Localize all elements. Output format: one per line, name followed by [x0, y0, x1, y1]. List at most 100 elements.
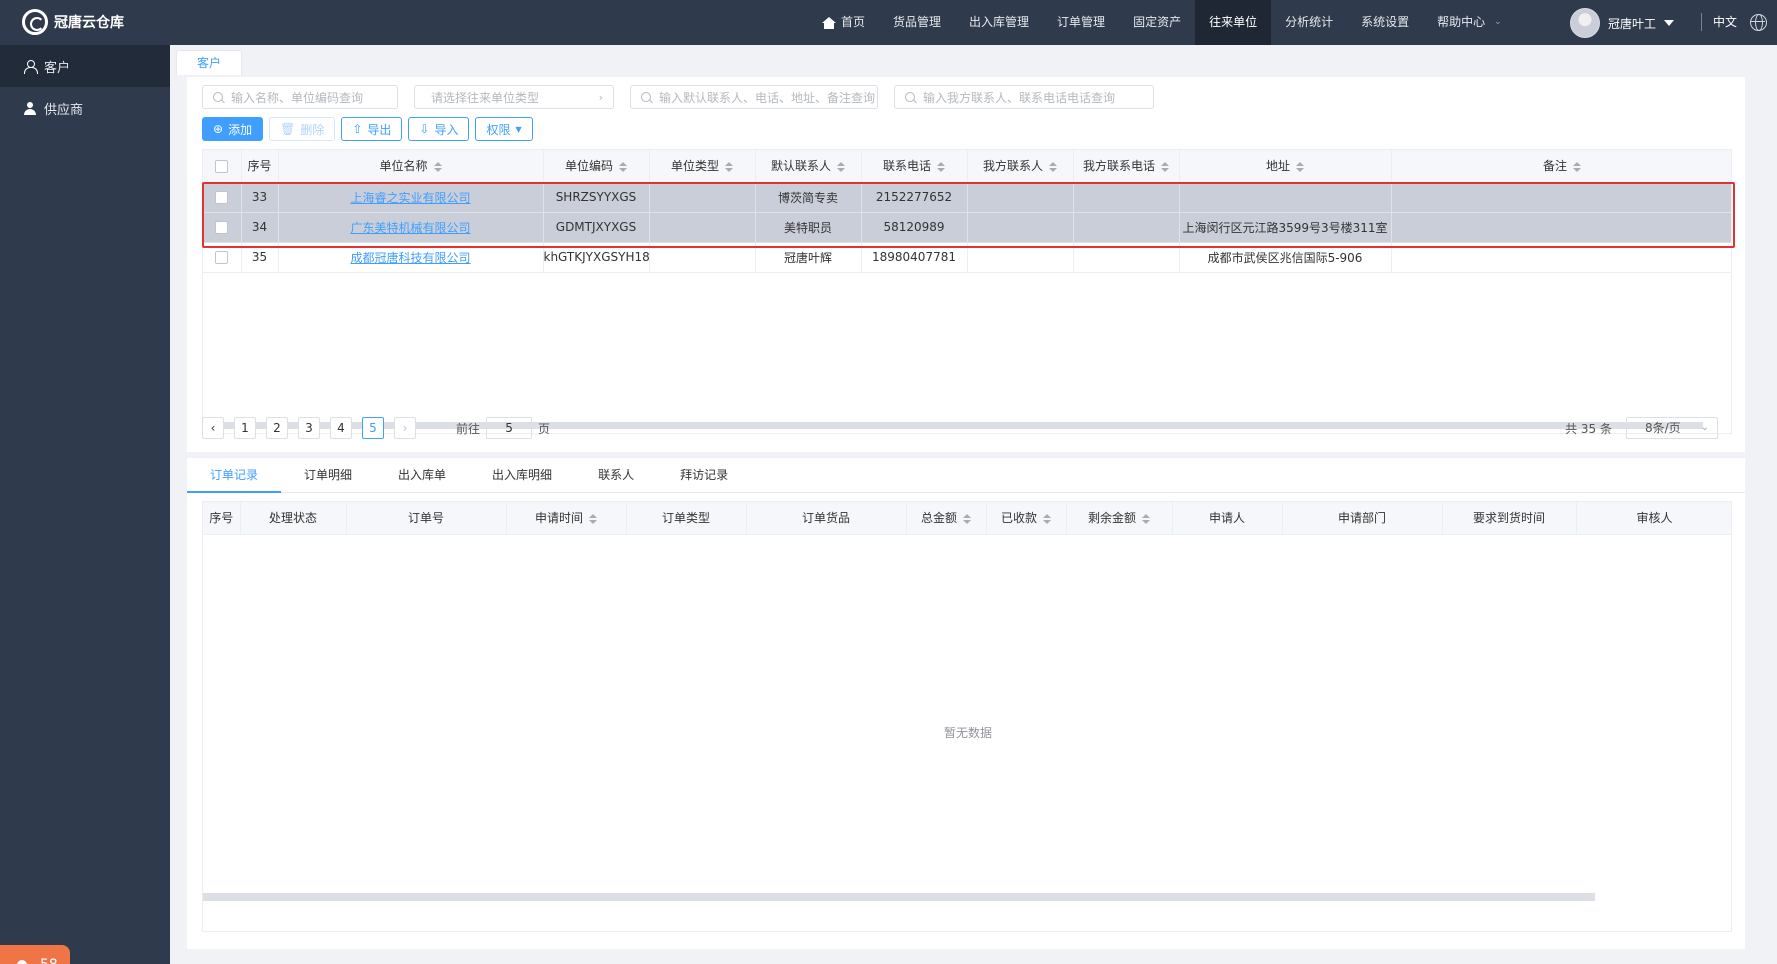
nav-help[interactable]: 帮助中心 ⌄ — [1423, 0, 1516, 45]
horizontal-scrollbar[interactable] — [203, 893, 1595, 901]
goto-page-input[interactable]: 5 — [486, 417, 533, 439]
add-button[interactable]: ⊕ 添加 — [202, 117, 264, 141]
customer-name-link[interactable]: 成都冠唐科技有限公司 — [350, 251, 470, 265]
type-select[interactable]: 请选择往来单位类型 › — [414, 85, 614, 109]
page-tabs: 客户 — [176, 50, 243, 75]
main-nav: 首页 货品管理 出入库管理 订单管理 固定资产 往来单位 分析统计 系统设置 帮… — [808, 0, 1516, 45]
sort-icon[interactable] — [725, 161, 733, 172]
name-search-input[interactable]: 输入名称、单位编码查询 — [202, 85, 398, 109]
col-our-contact[interactable]: 我方联系人 — [967, 150, 1074, 183]
user-menu[interactable]: 冠唐叶工 — [1570, 8, 1675, 38]
nav-partners[interactable]: 往来单位 — [1195, 0, 1272, 45]
delete-button[interactable]: 🗑 删除 — [269, 117, 336, 141]
globe-icon[interactable] — [1750, 14, 1767, 31]
user-solid-icon — [24, 101, 36, 115]
page-button[interactable]: 2 — [266, 417, 288, 439]
col-type[interactable]: 单位类型 — [649, 150, 756, 183]
sort-icon[interactable] — [1573, 161, 1581, 172]
prev-page-button[interactable]: ‹ — [202, 417, 224, 439]
top-bar: 冠唐云仓库 首页 货品管理 出入库管理 订单管理 固定资产 往来单位 分析统计 … — [0, 0, 1777, 45]
col-address[interactable]: 地址 — [1179, 150, 1392, 183]
download-icon: ⇩ — [419, 122, 430, 136]
select-all-cell[interactable] — [203, 150, 242, 183]
sort-icon[interactable] — [1296, 161, 1304, 172]
sort-icon[interactable] — [837, 161, 845, 172]
customer-panel: 输入名称、单位编码查询 请选择往来单位类型 › 输入默认联系人、电话、地址、备注… — [187, 77, 1745, 452]
col-name[interactable]: 单位名称 — [278, 150, 544, 183]
customer-name-link[interactable]: 上海睿之实业有限公司 — [350, 191, 470, 205]
tab-stock-orders[interactable]: 出入库单 — [375, 458, 469, 493]
col-our-phone[interactable]: 我方联系电话 — [1073, 150, 1180, 183]
empty-state: 暂无数据 — [943, 726, 992, 740]
toolbar: ⊕ 添加 🗑 删除 ⇧ 导出 ⇩ 导入 权限 ▼ — [202, 117, 533, 141]
row-checkbox[interactable] — [215, 251, 229, 264]
divider — [1701, 13, 1702, 31]
app-title: 冠唐云仓库 — [54, 15, 124, 31]
sidebar-item-customers[interactable]: 客户 — [0, 45, 170, 87]
search-icon — [641, 92, 651, 102]
customer-name-link[interactable]: 广东美特机械有限公司 — [350, 221, 470, 235]
table-header: 序号 单位名称 单位编码 单位类型 默认联系人 联系电话 我方联系人 我方联系电… — [203, 150, 1731, 183]
table-row[interactable]: 33 上海睿之实业有限公司 SHRZSYYXGS 博茨简专卖 215227765… — [203, 182, 1731, 213]
page-button[interactable]: 4 — [330, 417, 352, 439]
select-all-checkbox[interactable] — [215, 159, 229, 173]
nav-analytics[interactable]: 分析统计 — [1271, 0, 1347, 45]
avatar — [1570, 8, 1600, 38]
total-count: 共 35 条 — [1565, 422, 1612, 436]
alarm-count: 58 — [40, 957, 58, 964]
order-records-table: 序号 处理状态 订单号 申请时间 订单类型 订单货品 总金额 已收款 剩余金额 … — [202, 501, 1732, 932]
tab-stock-details[interactable]: 出入库明细 — [469, 458, 575, 493]
tab-customers[interactable]: 客户 — [176, 50, 243, 75]
search-icon — [213, 92, 223, 102]
sort-icon[interactable] — [433, 161, 442, 172]
tab-visit-records[interactable]: 拜访记录 — [657, 458, 751, 493]
sort-icon[interactable] — [619, 161, 627, 172]
tab-order-details[interactable]: 订单明细 — [281, 458, 375, 493]
export-button[interactable]: ⇧ 导出 — [341, 117, 403, 141]
pagination: ‹ 1 2 3 4 5 › 前往 5 页 共 35 条 8条/页 ⌄ — [202, 414, 1732, 442]
caret-down-icon: ▼ — [515, 124, 522, 134]
chevron-down-icon: ⌄ — [1700, 422, 1709, 433]
sidebar: 客户 供应商 58 — [0, 45, 170, 964]
import-button[interactable]: ⇩ 导入 — [408, 117, 470, 141]
app-logo[interactable]: 冠唐云仓库 — [22, 9, 124, 35]
goto-page: 前往 5 页 — [456, 417, 550, 439]
nav-assets[interactable]: 固定资产 — [1119, 0, 1195, 45]
tab-order-records[interactable]: 订单记录 — [187, 458, 282, 493]
language-switch[interactable]: 中文 — [1713, 0, 1737, 45]
sort-icon[interactable] — [937, 161, 945, 172]
row-checkbox[interactable] — [215, 221, 229, 234]
nav-goods[interactable]: 货品管理 — [879, 0, 955, 45]
row-checkbox[interactable] — [215, 191, 229, 204]
nav-orders[interactable]: 订单管理 — [1043, 0, 1119, 45]
col-phone[interactable]: 联系电话 — [861, 150, 968, 183]
next-page-button[interactable]: › — [394, 417, 416, 439]
col-code[interactable]: 单位编码 — [543, 150, 650, 183]
detail-tabs: 订单记录 订单明细 出入库单 出入库明细 联系人 拜访记录 — [187, 458, 1745, 493]
permission-dropdown[interactable]: 权限 ▼ — [475, 117, 533, 141]
col-remark[interactable]: 备注 — [1391, 150, 1731, 183]
nav-home[interactable]: 首页 — [808, 0, 879, 45]
nav-stock-io[interactable]: 出入库管理 — [955, 0, 1043, 45]
logo-icon — [22, 9, 48, 35]
nav-settings[interactable]: 系统设置 — [1347, 0, 1423, 45]
chevron-down-icon: ⌄ — [1494, 17, 1502, 27]
sort-icon[interactable] — [1049, 161, 1057, 172]
page-button[interactable]: 1 — [234, 417, 256, 439]
table-row[interactable]: 34 广东美特机械有限公司 GDMTJXYXGS 美特职员 58120989 上… — [203, 212, 1731, 243]
contact-search-input[interactable]: 输入默认联系人、电话、地址、备注查询 — [630, 85, 878, 109]
table-row[interactable]: 35 成都冠唐科技有限公司 khGTKJYXGSYH1898 冠唐叶辉 1898… — [203, 242, 1731, 273]
page-button-current[interactable]: 5 — [362, 417, 384, 439]
tab-contacts[interactable]: 联系人 — [575, 458, 657, 493]
plus-circle-icon: ⊕ — [213, 122, 224, 136]
sort-icon[interactable] — [1161, 161, 1169, 172]
caret-down-icon — [1664, 20, 1675, 26]
home-icon — [822, 16, 836, 29]
our-contact-search-input[interactable]: 输入我方联系人、联系电话电话查询 — [894, 85, 1154, 109]
page-size-select[interactable]: 8条/页 ⌄ — [1626, 417, 1718, 439]
chevron-right-icon: › — [598, 90, 603, 104]
col-contact[interactable]: 默认联系人 — [755, 150, 862, 183]
alarm-button[interactable]: 58 — [0, 945, 70, 964]
sidebar-item-suppliers[interactable]: 供应商 — [0, 87, 170, 129]
page-button[interactable]: 3 — [298, 417, 320, 439]
